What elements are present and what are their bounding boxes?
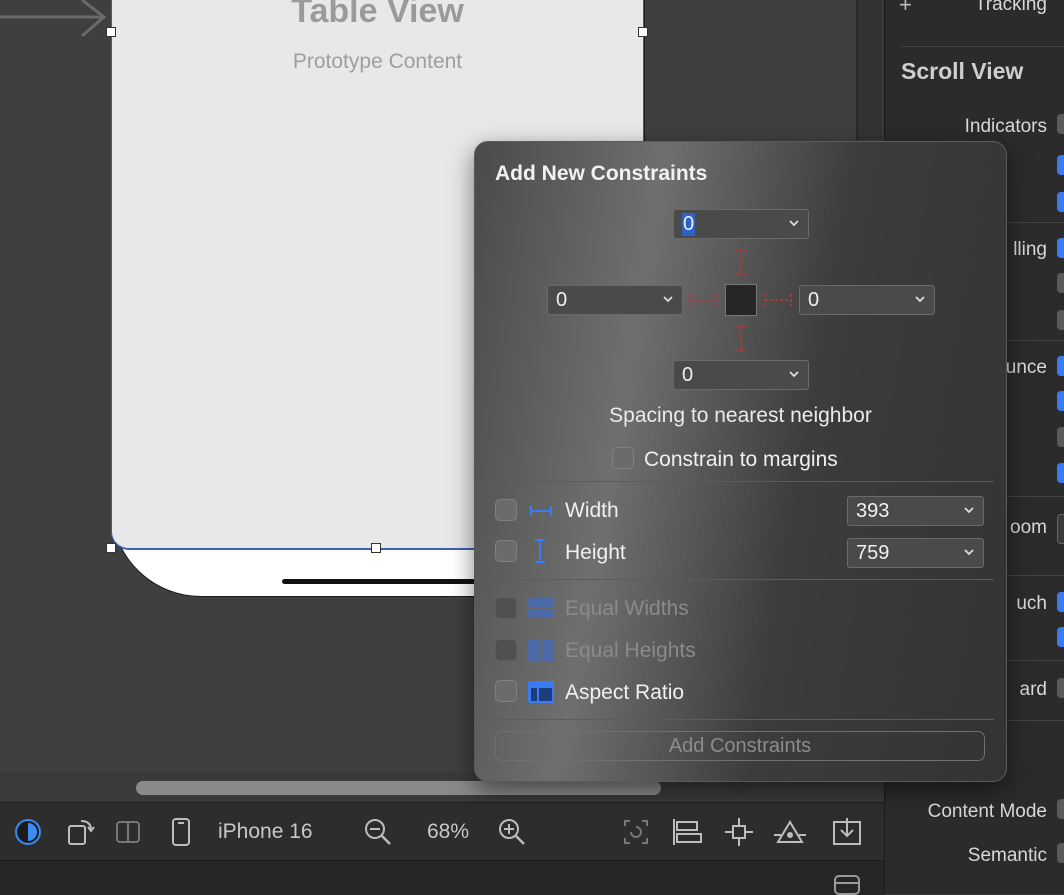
keyboard-popup[interactable] <box>1057 678 1064 698</box>
panel-toggle-icon[interactable] <box>834 875 860 895</box>
table-view-title: Table View <box>291 0 464 30</box>
keyboard-label: ard <box>1019 679 1047 700</box>
equal-heights-label: Equal Heights <box>565 639 696 662</box>
inspector-tracking-label: Tracking <box>974 0 1047 15</box>
bounce-checkbox[interactable] <box>1057 356 1064 376</box>
chevron-down-icon <box>915 296 925 303</box>
scrolling-label: lling <box>1013 239 1047 260</box>
zoom-in-icon[interactable] <box>496 817 528 847</box>
resize-handle[interactable] <box>371 543 381 553</box>
content-mode-popup[interactable] <box>1057 799 1064 819</box>
bounce-label: unce <box>1005 357 1047 378</box>
trailing-spacing-field[interactable]: 0 <box>799 285 935 315</box>
width-checkbox[interactable] <box>495 499 517 521</box>
popover-divider <box>487 481 994 482</box>
height-value-field[interactable]: 759 <box>847 538 984 568</box>
option-checkbox[interactable] <box>1057 427 1064 447</box>
spacing-caption: Spacing to nearest neighbor <box>609 404 872 427</box>
bottom-spacing-value: 0 <box>682 364 694 386</box>
constrain-to-margins-label: Constrain to margins <box>644 448 838 471</box>
zoom-label: oom <box>1010 517 1047 538</box>
top-spacing-field[interactable]: 0 <box>673 209 809 239</box>
equal-heights-checkbox[interactable] <box>495 639 517 661</box>
bottom-spacing-field[interactable]: 0 <box>673 360 809 390</box>
scrolling-checkbox[interactable] <box>1057 238 1064 258</box>
popover-title: Add New Constraints <box>495 162 708 185</box>
canvas-edge-strip <box>858 0 882 140</box>
debug-bar <box>0 860 884 895</box>
horizontal-scrollbar[interactable] <box>136 781 661 795</box>
align-icon[interactable] <box>670 817 704 847</box>
width-icon <box>530 506 552 516</box>
variation-icon[interactable] <box>113 817 143 847</box>
appearance-icon[interactable] <box>12 817 44 847</box>
width-label: Width <box>565 499 619 522</box>
chevron-down-icon <box>964 549 974 556</box>
orientation-icon[interactable] <box>64 817 98 847</box>
chevron-down-icon <box>663 296 673 303</box>
touch-label: uch <box>1016 593 1047 614</box>
option-checkbox[interactable] <box>1057 627 1064 647</box>
resize-handle[interactable] <box>106 27 116 37</box>
update-frames-icon[interactable] <box>620 817 652 847</box>
equal-widths-icon <box>528 598 554 618</box>
chevron-down-icon <box>789 220 799 227</box>
resolve-issues-icon[interactable] <box>772 817 808 847</box>
option-checkbox[interactable] <box>1057 310 1064 330</box>
semantic-label: Semantic <box>967 845 1047 866</box>
inspector-section-title: Scroll View <box>901 58 1024 84</box>
indicators-popup[interactable] <box>1057 114 1064 134</box>
chevron-down-icon <box>964 507 974 514</box>
aspect-ratio-icon <box>528 681 554 703</box>
constrain-to-margins-checkbox[interactable] <box>612 447 634 469</box>
popover-divider <box>487 719 994 720</box>
leading-spacing-value: 0 <box>556 289 568 311</box>
add-constraints-button[interactable]: Add Constraints <box>495 731 985 761</box>
table-view-subtitle: Prototype Content <box>292 50 463 73</box>
add-icon[interactable]: + <box>899 0 912 18</box>
entry-point-arrow-icon <box>0 0 107 38</box>
equal-widths-label: Equal Widths <box>565 597 689 620</box>
trailing-spacing-value: 0 <box>808 289 820 311</box>
add-new-constraints-popover: Add New Constraints 0 0 0 0 Spacing to n… <box>474 141 1007 782</box>
equal-heights-icon <box>528 639 554 661</box>
equal-widths-checkbox[interactable] <box>495 597 517 619</box>
leading-spacing-field[interactable]: 0 <box>547 285 683 315</box>
add-constraints-icon[interactable] <box>722 817 756 847</box>
embed-in-icon[interactable] <box>830 817 864 847</box>
popover-divider <box>487 579 994 580</box>
indicator-checkbox[interactable] <box>1057 155 1064 175</box>
top-spacing-value: 0 <box>682 213 696 236</box>
option-checkbox[interactable] <box>1057 273 1064 293</box>
height-value: 759 <box>856 542 890 564</box>
device-name[interactable]: iPhone 16 <box>218 817 328 847</box>
chevron-down-icon <box>789 371 799 378</box>
inspector-divider <box>901 46 1064 47</box>
content-mode-label: Content Mode <box>927 801 1047 822</box>
height-icon <box>535 539 545 563</box>
canvas-toolbar: iPhone 16 68% <box>0 802 884 861</box>
option-checkbox[interactable] <box>1057 463 1064 483</box>
indicator-checkbox[interactable] <box>1057 192 1064 212</box>
device-icon[interactable] <box>168 817 194 847</box>
semantic-popup[interactable] <box>1057 843 1064 863</box>
zoom-level: 68% <box>426 820 470 843</box>
resize-handle[interactable] <box>638 27 648 37</box>
option-checkbox[interactable] <box>1057 391 1064 411</box>
zoom-out-icon[interactable] <box>362 817 394 847</box>
aspect-ratio-checkbox[interactable] <box>495 680 517 702</box>
indicators-label: Indicators <box>964 116 1047 137</box>
touch-checkbox[interactable] <box>1057 592 1064 612</box>
height-label: Height <box>565 541 626 564</box>
home-indicator <box>282 579 482 584</box>
width-value: 393 <box>856 500 890 522</box>
resize-handle[interactable] <box>106 543 116 553</box>
aspect-ratio-label: Aspect Ratio <box>565 681 685 704</box>
popover-arrow <box>726 779 752 801</box>
height-checkbox[interactable] <box>495 540 517 562</box>
constraint-target-box <box>725 284 757 316</box>
width-value-field[interactable]: 393 <box>847 496 984 526</box>
zoom-field[interactable] <box>1057 514 1064 544</box>
